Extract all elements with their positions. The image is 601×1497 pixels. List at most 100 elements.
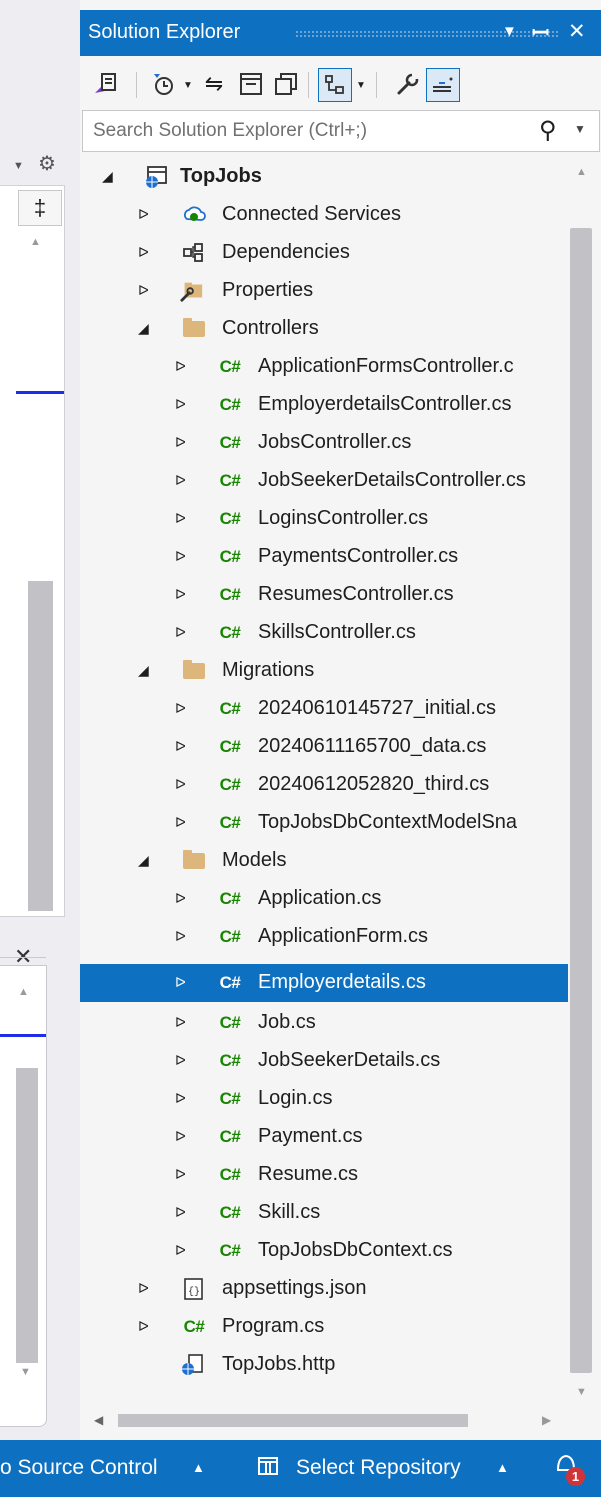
scroll-up-icon[interactable]: ▲ (18, 986, 29, 998)
tree-item-file[interactable]: TopJobs.http (80, 1346, 568, 1384)
close-icon[interactable]: ✕ (568, 19, 586, 44)
window-menu-icon[interactable]: ▼ (502, 23, 517, 40)
switch-views-icon[interactable] (90, 68, 122, 100)
expanded-arrow-icon[interactable]: ◢ (138, 319, 149, 337)
pending-changes-filter-icon[interactable] (148, 68, 180, 100)
collapsed-arrow-icon[interactable]: ᐅ (175, 927, 186, 945)
tree-item-file[interactable]: ᐅ C# Job.cs (80, 1004, 568, 1042)
preview-selected-items-icon[interactable] (318, 68, 352, 102)
horizontal-scrollbar-thumb[interactable] (118, 1414, 468, 1427)
tree-item-connected-services[interactable]: ᐅ Connected Services (80, 196, 568, 234)
tree-item-file[interactable]: ᐅ C# PaymentsController.cs (80, 538, 568, 576)
scroll-left-icon[interactable]: ◀ (94, 1413, 103, 1427)
scroll-down-icon[interactable]: ▼ (576, 1386, 587, 1398)
tree-item-file[interactable]: ᐅ C# Resume.cs (80, 1156, 568, 1194)
chevron-up-icon[interactable]: ▲ (192, 1460, 205, 1475)
tree-item-file[interactable]: ᐅ C# SkillsController.cs (80, 614, 568, 652)
collapsed-arrow-icon[interactable]: ᐅ (175, 585, 186, 603)
scroll-right-icon[interactable]: ▶ (542, 1413, 551, 1427)
collapsed-arrow-icon[interactable]: ᐅ (138, 205, 149, 223)
tree-item-file[interactable]: ᐅ C# JobSeekerDetailsController.cs (80, 462, 568, 500)
collapsed-arrow-icon[interactable]: ᐅ (138, 243, 149, 261)
tree-item-file[interactable]: ᐅ C# Login.cs (80, 1080, 568, 1118)
collapsed-arrow-icon[interactable]: ᐅ (175, 775, 186, 793)
pin-icon[interactable]: ꟷ (532, 19, 549, 47)
collapsed-arrow-icon[interactable]: ᐅ (175, 889, 186, 907)
tree-item-file[interactable]: ᐅ C# JobSeekerDetails.cs (80, 1042, 568, 1080)
collapsed-arrow-icon[interactable]: ᐅ (138, 281, 149, 299)
tree-item-file[interactable]: ᐅ C# Application.cs (80, 880, 568, 918)
scrollbar-thumb[interactable] (28, 581, 53, 911)
collapsed-arrow-icon[interactable]: ᐅ (175, 699, 186, 717)
tree-item-file[interactable]: ᐅ C# Program.cs (80, 1308, 568, 1346)
select-repository-button[interactable]: Select Repository (296, 1456, 461, 1480)
properties-wrench-icon[interactable] (392, 68, 424, 100)
csharp-file-icon: C# (219, 813, 241, 832)
tree-item-file[interactable]: ᐅ C# 20240610145727_initial.cs (80, 690, 568, 728)
tree-item-dependencies[interactable]: ᐅ Dependencies (80, 234, 568, 272)
tree-item-properties[interactable]: ᐅ Properties (80, 272, 568, 310)
search-icon[interactable]: ⚲ (539, 116, 557, 145)
tree-item-file[interactable]: ᐅ C# ApplicationForm.cs (80, 918, 568, 956)
tree-item-label: JobSeekerDetails.cs (258, 1049, 441, 1071)
tree-item-file[interactable]: ᐅ C# TopJobsDbContext.cs (80, 1232, 568, 1270)
search-input[interactable] (91, 117, 525, 145)
collapsed-arrow-icon[interactable]: ᐅ (175, 1203, 186, 1221)
collapsed-arrow-icon[interactable]: ᐅ (175, 737, 186, 755)
collapsed-arrow-icon[interactable]: ᐅ (175, 471, 186, 489)
tree-item-file[interactable]: ᐅ C# LoginsController.cs (80, 500, 568, 538)
collapsed-arrow-icon[interactable]: ᐅ (175, 813, 186, 831)
tree-item-file[interactable]: ᐅ {} appsettings.json (80, 1270, 568, 1308)
tree-item-controllers-folder[interactable]: ◢ Controllers (80, 310, 568, 348)
expanded-arrow-icon[interactable]: ◢ (102, 167, 113, 185)
collapsed-arrow-icon[interactable]: ᐅ (175, 1127, 186, 1145)
chevron-down-icon[interactable]: ▼ (183, 80, 193, 91)
tree-item-file[interactable]: ᐅ C# JobsController.cs (80, 424, 568, 462)
gear-icon[interactable]: ⚙ (38, 151, 56, 176)
preview-pane-icon[interactable] (426, 68, 460, 102)
tree-item-file[interactable]: ᐅ C# ApplicationFormsController.c (80, 348, 568, 386)
tree-item-file-selected[interactable]: ᐅ C# Employerdetails.cs (80, 964, 568, 1002)
collapsed-arrow-icon[interactable]: ᐅ (175, 509, 186, 527)
tree-item-file[interactable]: ᐅ C# TopJobsDbContextModelSna (80, 804, 568, 842)
scroll-down-icon[interactable]: ▼ (20, 1366, 31, 1378)
tree-item-migrations-folder[interactable]: ◢ Migrations (80, 652, 568, 690)
collapsed-arrow-icon[interactable]: ᐅ (175, 973, 186, 991)
collapsed-arrow-icon[interactable]: ᐅ (175, 1241, 186, 1259)
collapsed-arrow-icon[interactable]: ᐅ (175, 623, 186, 641)
collapsed-arrow-icon[interactable]: ᐅ (175, 1165, 186, 1183)
scroll-up-icon[interactable]: ▲ (576, 166, 587, 178)
collapsed-arrow-icon[interactable]: ᐅ (175, 1013, 186, 1031)
split-button[interactable]: ‡ (18, 190, 62, 226)
scrollbar-thumb[interactable] (16, 1068, 38, 1363)
tree-item-models-folder[interactable]: ◢ Models (80, 842, 568, 880)
chevron-up-icon[interactable]: ▲ (496, 1460, 509, 1475)
tree-item-file[interactable]: ᐅ C# 20240612052820_third.cs (80, 766, 568, 804)
vertical-scrollbar-thumb[interactable] (570, 228, 592, 1373)
collapsed-arrow-icon[interactable]: ᐅ (138, 1317, 149, 1335)
scroll-up-icon[interactable]: ▲ (30, 236, 41, 248)
collapsed-arrow-icon[interactable]: ᐅ (175, 547, 186, 565)
collapsed-arrow-icon[interactable]: ᐅ (175, 1089, 186, 1107)
sync-with-active-document-icon[interactable]: ⇋ (198, 68, 230, 100)
search-options-icon[interactable]: ▼ (574, 122, 586, 136)
expanded-arrow-icon[interactable]: ◢ (138, 851, 149, 869)
tree-item-file[interactable]: ᐅ C# EmployerdetailsController.cs (80, 386, 568, 424)
collapsed-arrow-icon[interactable]: ᐅ (175, 433, 186, 451)
tree-item-file[interactable]: ᐅ C# 20240611165700_data.cs (80, 728, 568, 766)
chevron-down-icon[interactable]: ▼ (356, 80, 366, 91)
show-all-files-icon[interactable] (270, 68, 302, 100)
collapsed-arrow-icon[interactable]: ᐅ (175, 395, 186, 413)
tree-item-project[interactable]: ◢ TopJobs (80, 158, 568, 196)
collapsed-arrow-icon[interactable]: ᐅ (175, 357, 186, 375)
tree-item-file[interactable]: ᐅ C# Skill.cs (80, 1194, 568, 1232)
title-grip[interactable] (295, 30, 560, 39)
collapse-all-icon[interactable] (235, 68, 267, 100)
source-control-button[interactable]: o Source Control (0, 1456, 158, 1480)
expanded-arrow-icon[interactable]: ◢ (138, 661, 149, 679)
tree-item-file[interactable]: ᐅ C# Payment.cs (80, 1118, 568, 1156)
tree-item-file[interactable]: ᐅ C# ResumesController.cs (80, 576, 568, 614)
collapsed-arrow-icon[interactable]: ᐅ (175, 1051, 186, 1069)
dropdown-arrow-icon[interactable]: ▼ (13, 160, 24, 172)
collapsed-arrow-icon[interactable]: ᐅ (138, 1279, 149, 1297)
